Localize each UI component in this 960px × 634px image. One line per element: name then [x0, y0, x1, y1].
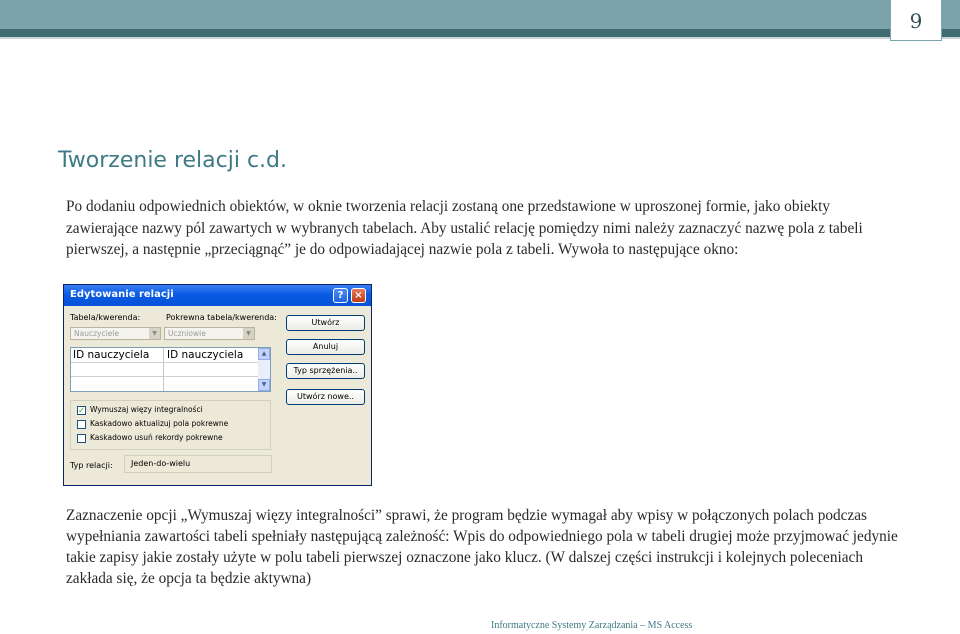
page-number: 9: [909, 9, 923, 33]
intro-paragraph: Po dodaniu odpowiednich obiektów, w okni…: [66, 198, 863, 258]
footer: Informatyczne Systemy Zarządzania – MS A…: [491, 620, 693, 631]
grid-row[interactable]: [71, 362, 258, 377]
join-type-button[interactable]: Typ sprzężenia..: [286, 363, 365, 379]
grid-scrollbar[interactable]: ▲ ▼: [258, 348, 270, 391]
checkbox-checked[interactable]: ✓: [77, 406, 86, 415]
chevron-down-icon: ▼: [243, 328, 254, 339]
checkbox[interactable]: [77, 434, 86, 443]
dialog-title: Edytowanie relacji: [70, 289, 174, 300]
relation-edit-dialog: Edytowanie relacji ? × Tabela/kwerenda: …: [63, 284, 372, 486]
table-label: Tabela/kwerenda:: [70, 313, 141, 322]
cancel-button[interactable]: Anuluj: [286, 339, 365, 355]
option-label: Kaskadowo aktualizuj pola pokrewne: [90, 419, 229, 428]
table-combo-value: Nauczyciele: [74, 329, 119, 338]
top-band-light: [0, 0, 960, 29]
options-group: ✓ Wymuszaj więzy integralności Kaskadowo…: [70, 400, 271, 450]
chevron-down-icon: ▼: [149, 328, 160, 339]
related-table-combo[interactable]: Uczniowie ▼: [164, 327, 255, 340]
grid-right-field[interactable]: ID nauczyciela: [167, 349, 243, 361]
create-new-button[interactable]: Utwórz nowe..: [286, 389, 365, 405]
grid-row[interactable]: [71, 376, 258, 390]
close-button[interactable]: ×: [351, 288, 366, 303]
page-number-box: 9: [890, 0, 942, 41]
table-combo[interactable]: Nauczyciele ▼: [70, 327, 161, 340]
option-label: Wymuszaj więzy integralności: [90, 405, 203, 414]
help-button[interactable]: ?: [333, 288, 348, 303]
top-band-line: [0, 37, 960, 39]
slide-title: Tworzenie relacji c.d.: [58, 148, 288, 173]
checkbox[interactable]: [77, 420, 86, 429]
related-table-label: Pokrewna tabela/kwerenda:: [166, 313, 277, 322]
grid-row[interactable]: ID nauczyciela ID nauczyciela: [71, 348, 258, 363]
scroll-up-icon[interactable]: ▲: [258, 348, 270, 360]
grid-column-divider: [163, 348, 164, 391]
relation-type-value: Jeden-do-wielu: [131, 459, 191, 468]
relation-type-box: Jeden-do-wielu: [124, 455, 272, 473]
top-decorative-band: [0, 0, 960, 39]
create-button[interactable]: Utwórz: [286, 315, 365, 331]
relation-type-label: Typ relacji:: [70, 461, 113, 470]
grid-left-field[interactable]: ID nauczyciela: [73, 349, 149, 361]
option-label: Kaskadowo usuń rekordy pokrewne: [90, 433, 223, 442]
dialog-titlebar: Edytowanie relacji ? ×: [64, 285, 371, 306]
scroll-down-icon[interactable]: ▼: [258, 379, 270, 391]
related-combo-value: Uczniowie: [168, 329, 206, 338]
field-grid[interactable]: ID nauczyciela ID nauczyciela ▲ ▼: [70, 347, 271, 392]
explanation-paragraph: Zaznaczenie opcji „Wymuszaj więzy integr…: [66, 507, 898, 587]
top-band-dark: [0, 29, 960, 37]
